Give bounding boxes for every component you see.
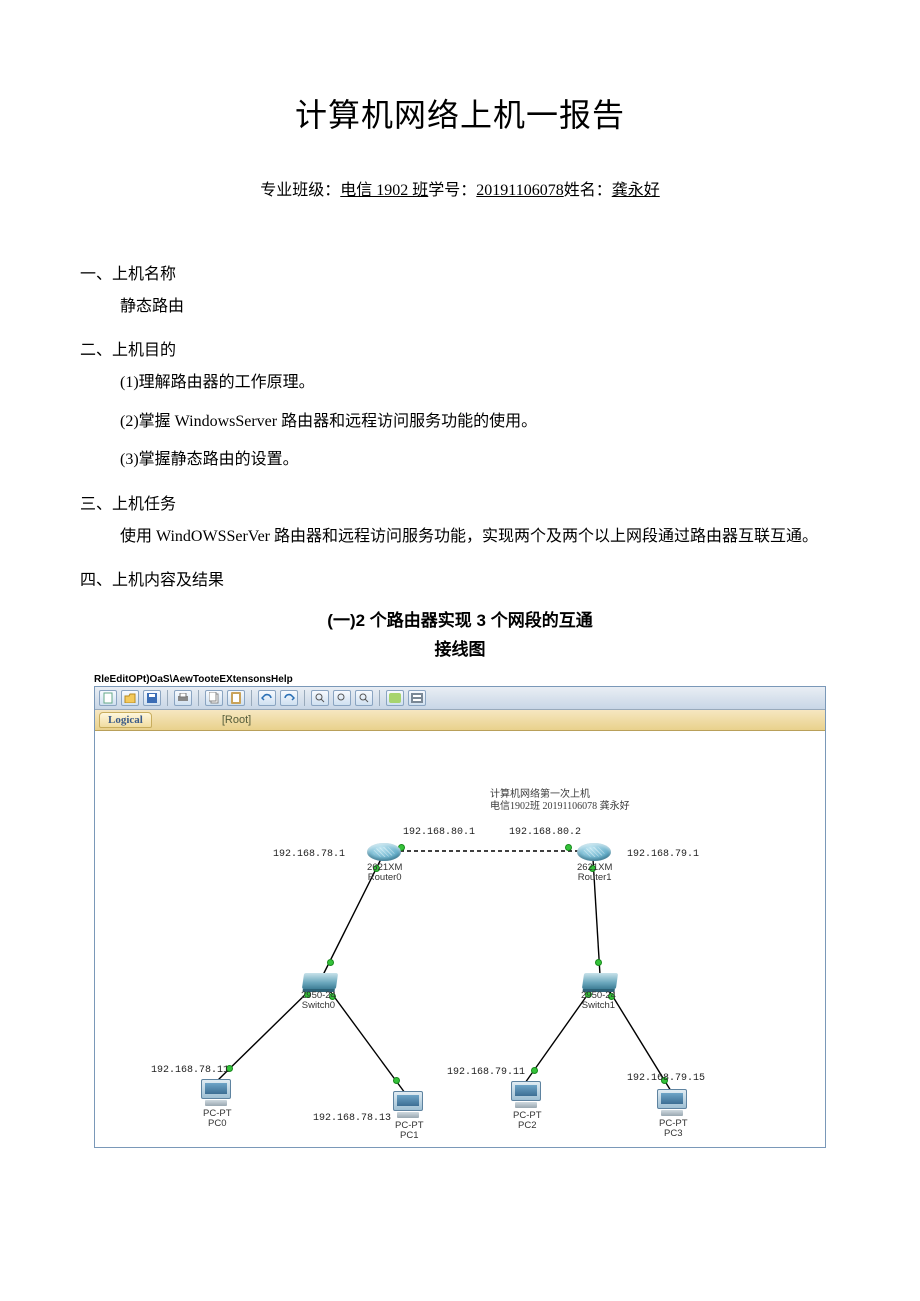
root-breadcrumb[interactable]: [Root]: [222, 714, 251, 726]
section-2-item-3: (3)掌握静态路由的设置。: [120, 445, 840, 475]
pc0-icon[interactable]: [201, 1079, 231, 1107]
new-file-icon[interactable]: [99, 690, 117, 706]
sid-label: 学号：: [428, 182, 476, 199]
section-3-heading: 三、上机任务: [80, 490, 840, 514]
document-page: 计算机网络上机一报告 专业班级：电信 1902 班学号：20191106078姓…: [0, 0, 920, 1188]
name-label: 姓名：: [564, 182, 612, 199]
save-icon[interactable]: [143, 690, 161, 706]
router1-left-ip: 192.168.80.2: [509, 827, 581, 838]
major-label: 专业班级：: [260, 182, 340, 199]
palette-icon[interactable]: [386, 690, 404, 706]
link-dot: [565, 844, 572, 851]
router1-right-ip: 192.168.79.1: [627, 849, 699, 860]
router0-label: 2621XMRouter0: [367, 863, 402, 884]
paste-icon[interactable]: [227, 690, 245, 706]
router0-right-ip: 192.168.80.1: [403, 827, 475, 838]
section-4-heading: 四、上机内容及结果: [80, 566, 840, 590]
pc2-label: PC-PTPC2: [513, 1111, 542, 1132]
undo-icon[interactable]: [258, 690, 276, 706]
router0-left-ip: 192.168.78.1: [273, 849, 345, 860]
switch0-icon[interactable]: [302, 973, 338, 989]
section-3-body: 使用 WindOWSSerVer 路由器和远程访问服务功能，实现两个及两个以上网…: [80, 522, 840, 552]
switch0-label: 2950-24Switch0: [301, 991, 336, 1012]
open-icon[interactable]: [121, 690, 139, 706]
major-value: 电信 1902 班: [340, 182, 428, 199]
pc1-label: PC-PTPC1: [395, 1121, 424, 1142]
logical-tab[interactable]: Logical: [99, 712, 152, 728]
note-line-2: 电信1902班 20191106078 龚永好: [490, 801, 630, 814]
pc2-icon[interactable]: [511, 1081, 541, 1109]
pc3-label: PC-PTPC3: [659, 1119, 688, 1140]
pc1-ip: 192.168.78.13: [313, 1113, 391, 1124]
byline: 专业班级：电信 1902 班学号：20191106078姓名：龚永好: [80, 176, 840, 200]
pc2-ip: 192.168.79.11: [447, 1067, 525, 1078]
link-dot: [327, 959, 334, 966]
section-2-item-2: (2)掌握 WindowsServer 路由器和远程访问服务功能的使用。: [120, 407, 840, 437]
pc0-ip: 192.168.78.11: [151, 1065, 229, 1076]
pc0-label: PC-PTPC0: [203, 1109, 232, 1130]
redo-icon[interactable]: [280, 690, 298, 706]
topology-canvas[interactable]: 计算机网络第一次上机 电信1902班 20191106078 龚永好 2621X…: [95, 731, 825, 1147]
switch1-label: 2950-24Switch1: [581, 991, 616, 1012]
sid-value: 20191106078: [476, 182, 563, 199]
copy-icon[interactable]: [205, 690, 223, 706]
zoom-reset-icon[interactable]: [333, 690, 351, 706]
router1-label: 2621XMRouter1: [577, 863, 612, 884]
canvas-note: 计算机网络第一次上机 电信1902班 20191106078 龚永好: [490, 789, 630, 814]
subsection-1-title: (一)2 个路由器实现 3 个网段的互通: [80, 606, 840, 631]
section-1-heading: 一、上机名称: [80, 260, 840, 284]
print-icon[interactable]: [174, 690, 192, 706]
section-2-item-1: (1)理解路由器的工作原理。: [120, 368, 840, 398]
link-dot: [531, 1067, 538, 1074]
section-1-body: 静态路由: [120, 292, 840, 322]
section-2-heading: 二、上机目的: [80, 336, 840, 360]
subsection-1-caption: 接线图: [80, 635, 840, 660]
page-title: 计算机网络上机一报告: [80, 90, 840, 136]
note-line-1: 计算机网络第一次上机: [490, 789, 630, 802]
switch1-icon[interactable]: [582, 973, 618, 989]
zoom-in-icon[interactable]: [311, 690, 329, 706]
zoom-out-icon[interactable]: [355, 690, 373, 706]
name-value: 龚永好: [612, 182, 660, 199]
app-toolbar: [95, 687, 825, 710]
link-dot: [393, 1077, 400, 1084]
logical-bar: Logical [Root]: [95, 710, 825, 731]
packet-tracer-screenshot: Logical [Root] ⬚ ▭: [94, 686, 826, 1148]
link-dot: [595, 959, 602, 966]
pc3-ip: 192.168.79.15: [627, 1073, 705, 1084]
router1-icon[interactable]: [577, 843, 611, 861]
router0-icon[interactable]: [367, 843, 401, 861]
pc3-icon[interactable]: [657, 1089, 687, 1117]
options-icon[interactable]: [408, 690, 426, 706]
app-menubar-text: RleEditOPt)OaS\AewTooteEXtensonsHelp: [94, 674, 840, 685]
pc1-icon[interactable]: [393, 1091, 423, 1119]
